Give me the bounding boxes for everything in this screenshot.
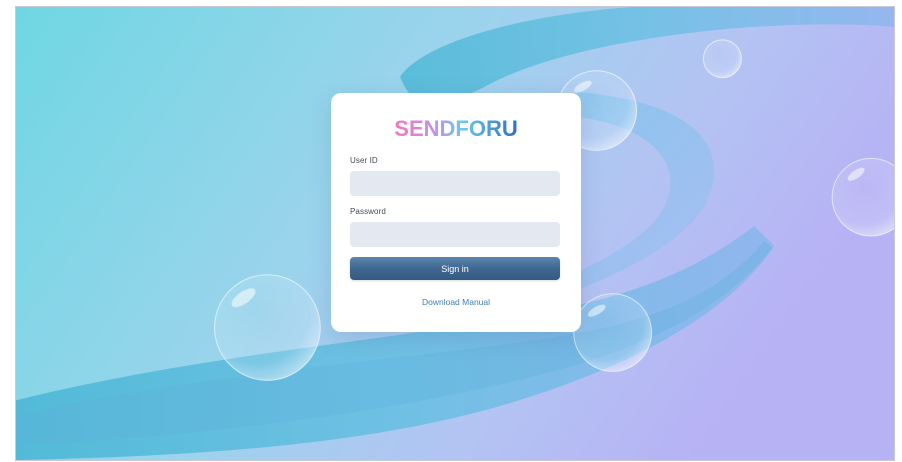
login-card: SENDFORU User ID Password Sign in Downlo…	[331, 93, 581, 332]
bubble-bottom-center	[573, 293, 653, 372]
password-input[interactable]	[350, 222, 560, 247]
password-label: Password	[350, 207, 386, 216]
bubble-large-left	[214, 274, 321, 381]
bubble-top-right	[702, 39, 742, 79]
brand-logo-wordmark: SENDFORU	[394, 116, 517, 141]
brand-name: SENDFORU	[394, 116, 517, 141]
user-id-input[interactable]	[350, 171, 560, 196]
login-page: SENDFORU User ID Password Sign in Downlo…	[15, 6, 895, 461]
download-manual-link[interactable]: Download Manual	[331, 297, 581, 307]
brand-logo: SENDFORU	[331, 113, 581, 143]
user-id-label: User ID	[350, 156, 378, 165]
sign-in-button[interactable]: Sign in	[350, 257, 560, 280]
